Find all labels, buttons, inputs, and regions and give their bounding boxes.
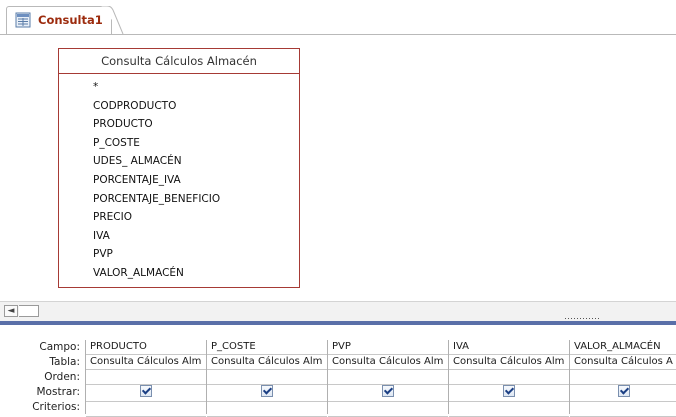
tabla-cell[interactable]: Consulta Cálculos A [570, 355, 676, 370]
field-list-window[interactable]: Consulta Cálculos Almacén * CODPRODUCTO … [58, 48, 300, 288]
tab-label: Consulta1 [38, 13, 103, 27]
field-item[interactable]: VALOR_ALMACÉN [93, 264, 299, 283]
document-tab-strip: Consulta1 [0, 0, 676, 35]
grid-column-valor-almacen: VALOR_ALMACÉN Consulta Cálculos A [569, 340, 676, 417]
field-item[interactable]: PVP [93, 245, 299, 264]
grid-column-pvp: PVP Consulta Cálculos Alm [327, 340, 448, 417]
orden-cell[interactable] [449, 370, 569, 385]
criterios-cell[interactable] [449, 402, 569, 417]
row-label-mostrar: Mostrar: [36, 386, 81, 398]
grid-column-p-coste: P_COSTE Consulta Cálculos Alm [206, 340, 327, 417]
tab-consulta1[interactable]: Consulta1 [6, 6, 112, 34]
campo-cell[interactable]: PRODUCTO [86, 340, 206, 355]
field-item[interactable]: CODPRODUCTO [93, 97, 299, 116]
field-item[interactable]: P_COSTE [93, 134, 299, 153]
field-list: * CODPRODUCTO PRODUCTO P_COSTE UDES_ ALM… [59, 74, 299, 283]
criterios-cell[interactable] [328, 402, 448, 417]
field-item[interactable]: IVA [93, 227, 299, 246]
mostrar-cell [328, 385, 448, 402]
row-label-criterios: Criterios: [32, 401, 80, 413]
field-list-title[interactable]: Consulta Cálculos Almacén [59, 49, 299, 74]
scroll-thumb[interactable] [19, 305, 39, 317]
field-item[interactable]: PRODUCTO [93, 115, 299, 134]
orden-cell[interactable] [328, 370, 448, 385]
field-item[interactable]: PRECIO [93, 208, 299, 227]
mostrar-cell [86, 385, 206, 402]
field-item[interactable]: * [93, 78, 299, 97]
campo-cell[interactable]: VALOR_ALMACÉN [570, 340, 676, 355]
orden-cell[interactable] [86, 370, 206, 385]
row-label-orden: Orden: [44, 371, 80, 383]
show-checkbox[interactable] [503, 385, 515, 397]
criterios-cell[interactable] [207, 402, 327, 417]
tab-edge [101, 6, 125, 34]
criterios-cell[interactable] [86, 402, 206, 417]
splitter-grip-icon[interactable] [565, 317, 605, 321]
field-item[interactable]: PORCENTAJE_BENEFICIO [93, 190, 299, 209]
query-design-icon [15, 12, 31, 28]
tabla-cell[interactable]: Consulta Cálculos Alm [328, 355, 448, 370]
query-grid: Campo: Tabla: Orden: Mostrar: Criterios:… [0, 325, 676, 417]
grid-column-iva: IVA Consulta Cálculos Alm [448, 340, 569, 417]
show-checkbox[interactable] [382, 385, 394, 397]
campo-cell[interactable]: P_COSTE [207, 340, 327, 355]
mostrar-cell [570, 385, 676, 402]
field-item[interactable]: UDES_ ALMACÉN [93, 152, 299, 171]
query-design-pane: Consulta Cálculos Almacén * CODPRODUCTO … [0, 35, 676, 301]
orden-cell[interactable] [570, 370, 676, 385]
row-label-tabla: Tabla: [49, 356, 80, 368]
campo-cell[interactable]: PVP [328, 340, 448, 355]
row-label-campo: Campo: [39, 341, 80, 353]
show-checkbox[interactable] [140, 385, 152, 397]
campo-cell[interactable]: IVA [449, 340, 569, 355]
mostrar-cell [449, 385, 569, 402]
tabla-cell[interactable]: Consulta Cálculos Alm [86, 355, 206, 370]
mostrar-cell [207, 385, 327, 402]
show-checkbox[interactable] [617, 385, 630, 397]
criterios-cell[interactable] [570, 402, 676, 417]
show-checkbox[interactable] [261, 385, 273, 397]
grid-column-producto: PRODUCTO Consulta Cálculos Alm [85, 340, 206, 417]
scroll-left-arrow-icon[interactable]: ◄ [4, 305, 18, 317]
tabla-cell[interactable]: Consulta Cálculos Alm [449, 355, 569, 370]
tabla-cell[interactable]: Consulta Cálculos Alm [207, 355, 327, 370]
field-item[interactable]: PORCENTAJE_IVA [93, 171, 299, 190]
orden-cell[interactable] [207, 370, 327, 385]
